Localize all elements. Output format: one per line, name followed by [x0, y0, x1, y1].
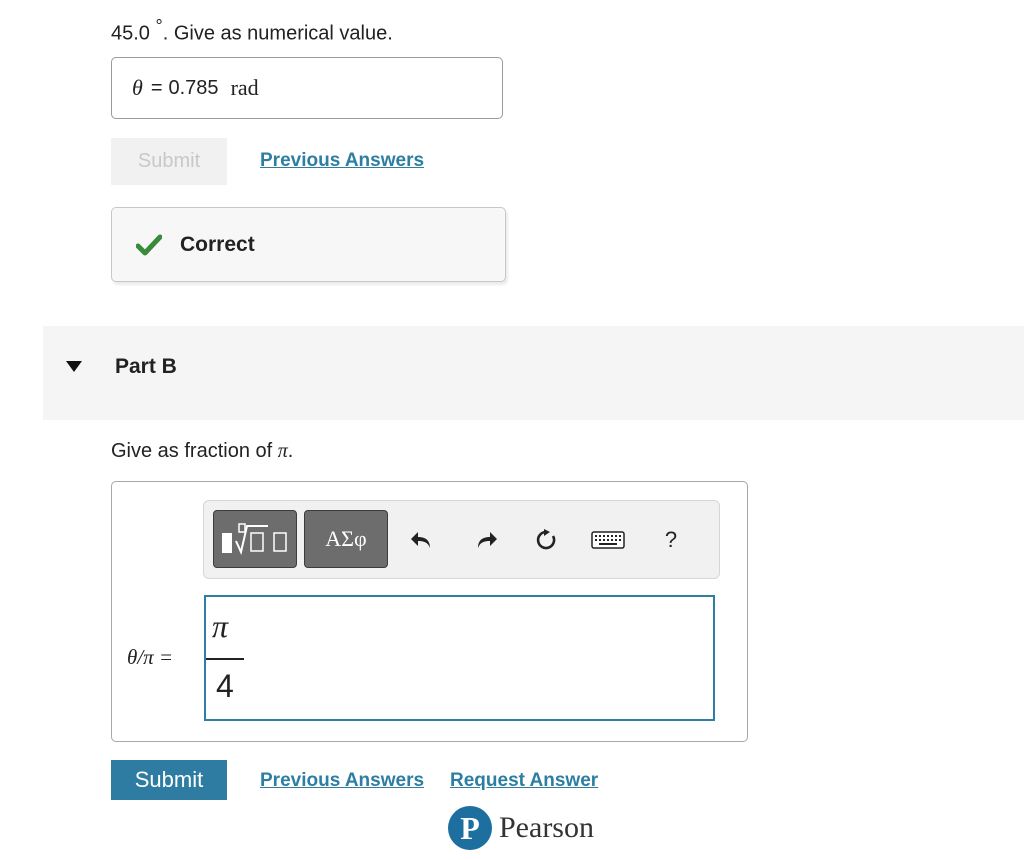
- templates-icon: [222, 523, 287, 556]
- checkmark-icon: [136, 234, 162, 255]
- part-a-previous-answers-link[interactable]: Previous Answers: [260, 150, 424, 172]
- collapse-triangle-icon[interactable]: [66, 361, 82, 373]
- part-a-prompt: 45.0 °. Give as numerical value.: [111, 16, 393, 46]
- request-answer-link[interactable]: Request Answer: [450, 770, 598, 792]
- fraction-bar: [206, 658, 244, 660]
- degree-symbol: °: [155, 16, 163, 36]
- fraction-numerator: π: [212, 608, 229, 644]
- feedback-label: Correct: [180, 232, 255, 256]
- angle-value: 45.0: [111, 22, 150, 45]
- part-b-prompt: Give as fraction of π.: [111, 440, 293, 463]
- templates-button[interactable]: [213, 510, 297, 568]
- help-button[interactable]: ?: [656, 525, 686, 555]
- answer-label: θ/π =: [127, 645, 174, 669]
- pearson-p-icon: P: [448, 806, 492, 850]
- answer-unit: rad: [230, 75, 259, 100]
- part-a-submit-button[interactable]: Submit: [111, 138, 227, 185]
- undo-icon[interactable]: [407, 525, 437, 555]
- pi-symbol: π: [277, 440, 288, 462]
- redo-icon[interactable]: [471, 525, 501, 555]
- keyboard-icon[interactable]: [590, 525, 626, 555]
- correct-feedback: Correct: [111, 207, 506, 282]
- answer-equals: =: [150, 76, 163, 99]
- answer-value: 0.785: [168, 76, 219, 99]
- pearson-initial: P: [460, 810, 480, 846]
- reset-icon[interactable]: [531, 525, 561, 555]
- answer-symbol: θ: [132, 75, 143, 100]
- fraction-denominator: 4: [216, 668, 234, 704]
- math-answer-field[interactable]: [204, 595, 715, 721]
- part-b-title: Part B: [115, 355, 177, 378]
- prompt-instruction: . Give as numerical value.: [162, 22, 393, 45]
- greek-symbols-button[interactable]: ΑΣφ: [304, 510, 388, 568]
- part-a-answer-box: θ = 0.785 rad: [111, 57, 503, 119]
- pearson-logo: P Pearson: [447, 805, 594, 851]
- part-b-header[interactable]: Part B: [43, 326, 1024, 420]
- part-b-prompt-text: Give as fraction of: [111, 440, 278, 462]
- prompt-period: .: [287, 440, 294, 462]
- part-b-previous-answers-link[interactable]: Previous Answers: [260, 770, 424, 792]
- pearson-wordmark: Pearson: [499, 811, 594, 844]
- part-b-submit-button[interactable]: Submit: [111, 760, 227, 800]
